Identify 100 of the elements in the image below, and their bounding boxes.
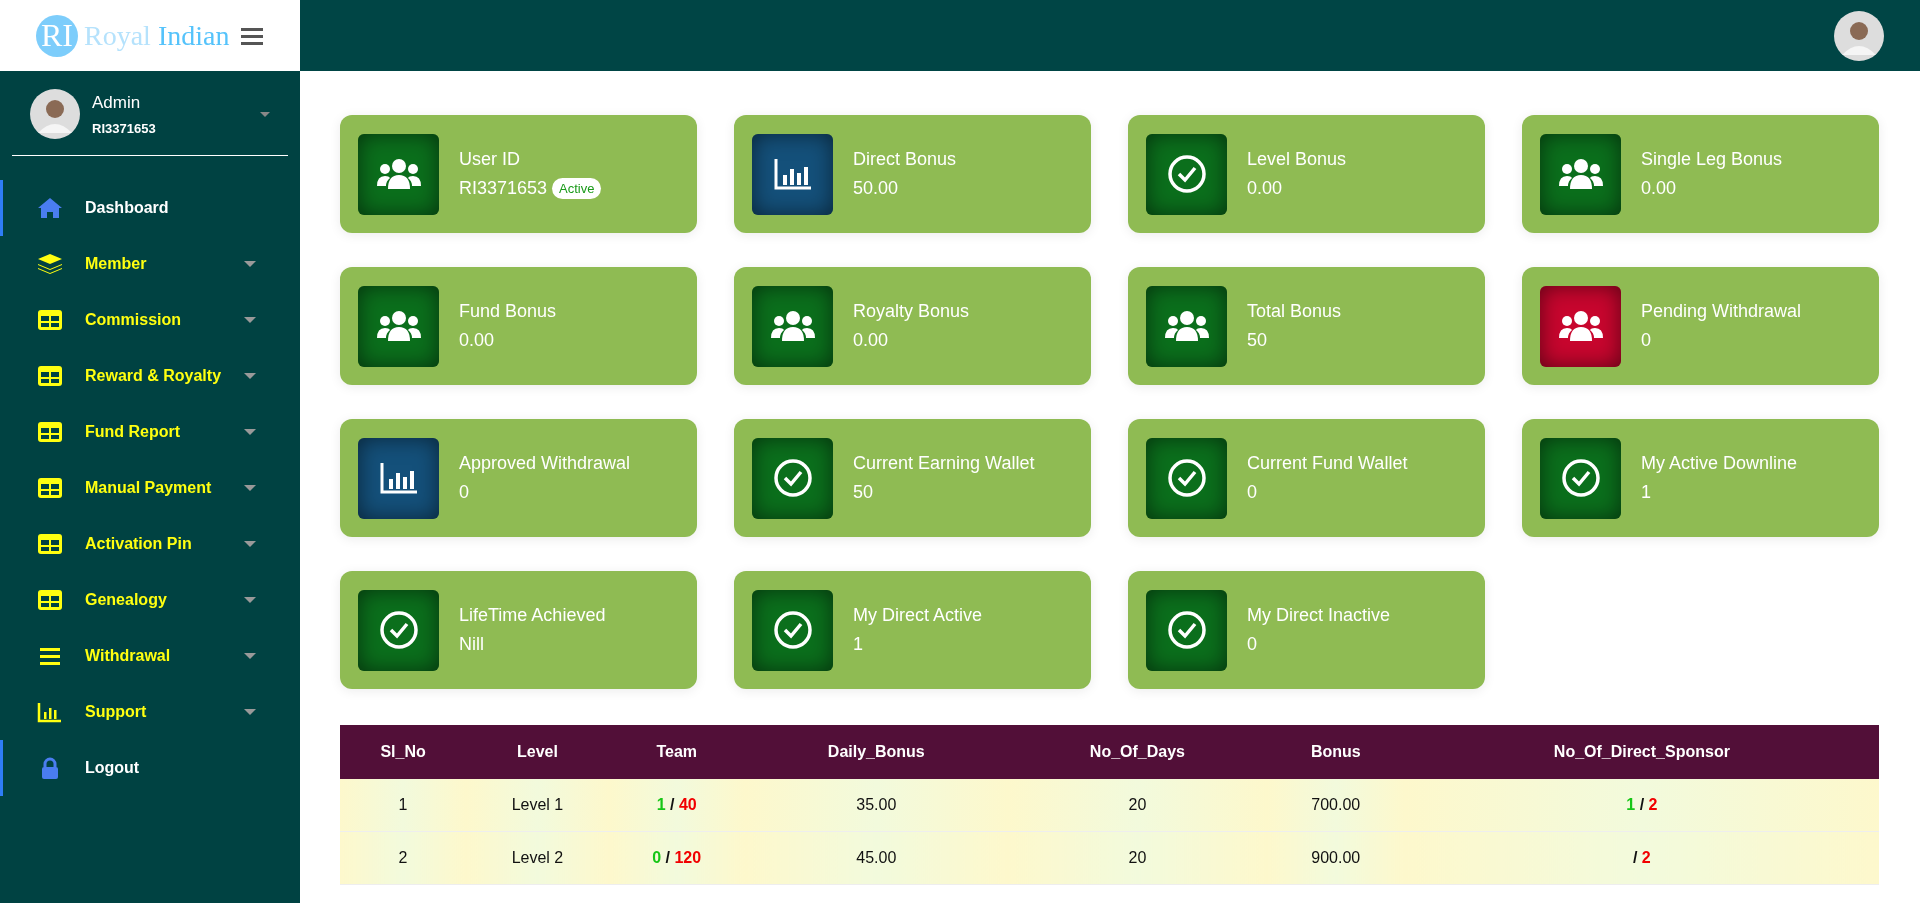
- column-header: Team: [608, 725, 745, 779]
- menu-icon[interactable]: [241, 26, 264, 45]
- card-value: 0: [1247, 482, 1257, 503]
- card-value: 50: [1247, 330, 1268, 351]
- layers-icon: [37, 253, 63, 275]
- table-cell: 900.00: [1266, 831, 1405, 885]
- table-cell: / 2: [1404, 831, 1879, 885]
- home-icon: [37, 197, 63, 219]
- users-icon: [375, 158, 422, 190]
- column-header: No_Of_Days: [1008, 725, 1267, 779]
- caret-icon[interactable]: [260, 111, 270, 117]
- sidebar-item[interactable]: Activation Pin: [0, 516, 300, 572]
- sidebar-item[interactable]: Manual Payment: [0, 460, 300, 516]
- chart-icon: [378, 461, 419, 495]
- card-title: Fund Bonus: [459, 301, 557, 322]
- check-circle-icon: [1166, 154, 1207, 194]
- sidebar-item[interactable]: Fund Report: [0, 404, 300, 460]
- avatar-icon[interactable]: [1834, 10, 1884, 61]
- table-cell: 1: [340, 779, 467, 832]
- sidebar-item[interactable]: Genealogy: [0, 572, 300, 628]
- card-value: 0.00: [853, 330, 889, 351]
- check-circle-icon: [378, 610, 419, 650]
- card-value: 0: [459, 482, 469, 503]
- card-title: Approved Withdrawal: [459, 453, 631, 474]
- table-icon: [37, 589, 63, 611]
- card-value: 1: [853, 634, 863, 655]
- caret-icon: [244, 653, 256, 659]
- card-title: Current Fund Wallet: [1247, 453, 1408, 474]
- caret-icon: [244, 373, 256, 379]
- card-value: 50.00: [853, 178, 899, 199]
- users-icon: [769, 310, 816, 342]
- table-cell: 2: [340, 831, 467, 885]
- table-cell: 700.00: [1266, 779, 1405, 832]
- card-title: My Direct Active: [853, 605, 983, 626]
- users-icon: [375, 310, 422, 342]
- column-header: No_Of_Direct_Sponsor: [1404, 725, 1879, 779]
- chart-icon: [37, 701, 63, 723]
- status-badge: Active: [552, 178, 602, 199]
- table-cell: 45.00: [744, 831, 1009, 885]
- column-header: Daily_Bonus: [744, 725, 1009, 779]
- card-title: User ID: [459, 149, 521, 170]
- logo-text: Royal Indian: [84, 19, 230, 52]
- chart-icon: [772, 157, 813, 191]
- check-circle-icon: [1166, 458, 1207, 498]
- check-circle-icon: [1560, 458, 1601, 498]
- table-cell: 1 / 2: [1404, 779, 1879, 832]
- card-value: Nill: [459, 634, 484, 655]
- table-icon: [37, 365, 63, 387]
- check-circle-icon: [772, 610, 813, 650]
- sidebar-item[interactable]: Commission: [0, 292, 300, 348]
- card-title: Level Bonus: [1247, 149, 1347, 170]
- sidebar-item[interactable]: Dashboard: [0, 180, 300, 236]
- sidebar-item[interactable]: Reward & Royalty: [0, 348, 300, 404]
- card-value: 0.00: [459, 330, 495, 351]
- table-cell: 1 / 40: [608, 779, 745, 832]
- table-icon: [37, 421, 63, 443]
- caret-icon: [244, 317, 256, 323]
- card-title: LifeTime Achieved: [459, 605, 606, 626]
- users-icon: [1557, 158, 1604, 190]
- caret-icon: [244, 261, 256, 267]
- column-header: Bonus: [1266, 725, 1405, 779]
- card-value: RI3371653: [459, 178, 548, 199]
- caret-icon: [244, 541, 256, 547]
- card-value: 0.00: [1247, 178, 1283, 199]
- table-cell: Level 1: [466, 779, 609, 832]
- list-icon: [37, 645, 63, 667]
- user-id: RI3371653: [92, 120, 157, 136]
- card-title: Pending Withdrawal: [1641, 301, 1802, 322]
- table-cell: Level 2: [466, 831, 609, 885]
- check-circle-icon: [1166, 610, 1207, 650]
- table-cell: 20: [1008, 831, 1267, 885]
- avatar-icon: [30, 89, 80, 139]
- sidebar-item[interactable]: Logout: [0, 740, 300, 796]
- table-cell: 20: [1008, 779, 1267, 832]
- column-header: Sl_No: [340, 725, 467, 779]
- card-title: Total Bonus: [1247, 301, 1342, 322]
- caret-icon: [244, 429, 256, 435]
- card-value: 0: [1247, 634, 1257, 655]
- table-icon: [37, 533, 63, 555]
- card-value: 0.00: [1641, 178, 1677, 199]
- card-value: 50: [853, 482, 874, 503]
- check-circle-icon: [772, 458, 813, 498]
- table-cell: 35.00: [744, 779, 1009, 832]
- caret-icon: [244, 485, 256, 491]
- card-title: My Active Downline: [1641, 453, 1798, 474]
- table-icon: [37, 477, 63, 499]
- sidebar-item[interactable]: Support: [0, 684, 300, 740]
- card-value: 0: [1641, 330, 1651, 351]
- table-cell: 0 / 120: [608, 831, 745, 885]
- caret-icon: [244, 709, 256, 715]
- card-title: Royalty Bonus: [853, 301, 970, 322]
- users-icon: [1163, 310, 1210, 342]
- sidebar-item[interactable]: Withdrawal: [0, 628, 300, 684]
- card-value: 1: [1641, 482, 1651, 503]
- card-title: My Direct Inactive: [1247, 605, 1391, 626]
- sidebar-item[interactable]: Member: [0, 236, 300, 292]
- table-icon: [37, 309, 63, 331]
- caret-icon: [244, 597, 256, 603]
- card-title: Single Leg Bonus: [1641, 149, 1783, 170]
- card-title: Direct Bonus: [853, 149, 957, 170]
